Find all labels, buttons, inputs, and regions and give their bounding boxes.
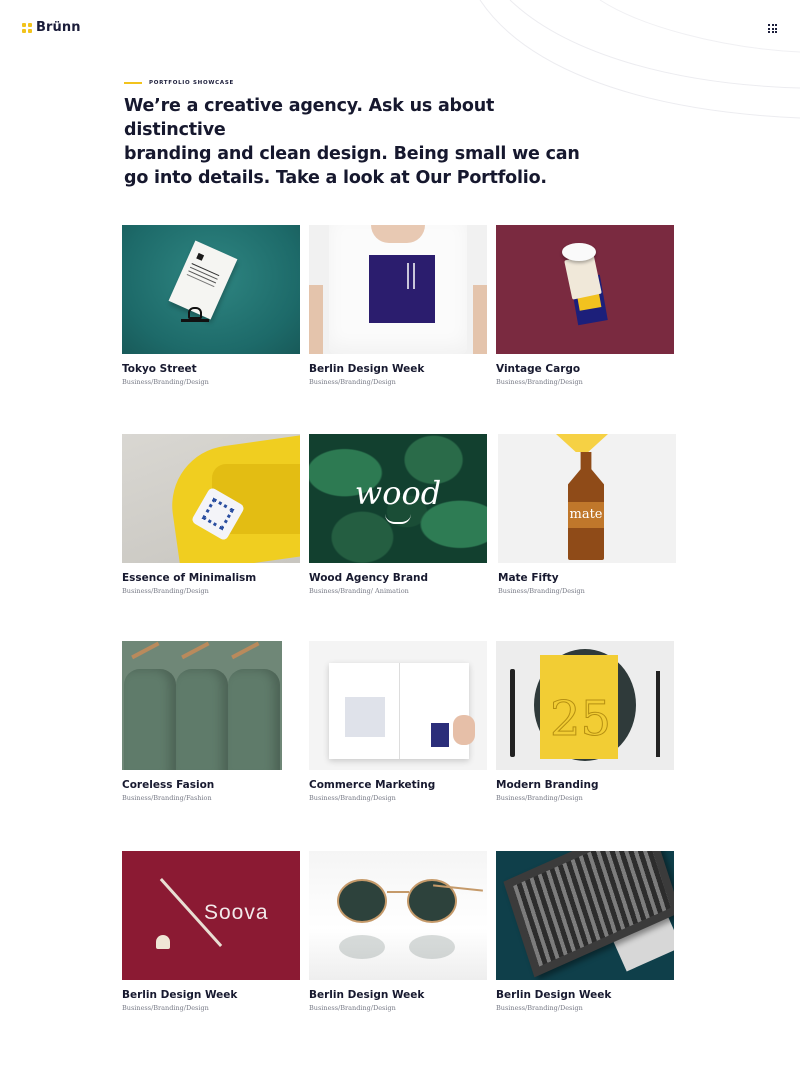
brand-logo[interactable]: Brünn	[22, 20, 81, 35]
portfolio-card[interactable]: Berlin Design Week Business/Branding/Des…	[496, 851, 674, 1012]
portfolio-category: Business/Branding/Design	[309, 1004, 396, 1012]
portfolio-title[interactable]: Vintage Cargo	[496, 363, 674, 375]
portfolio-card[interactable]: Commerce Marketing Business/Branding/Des…	[309, 641, 487, 802]
portfolio-thumbnail[interactable]	[496, 851, 674, 980]
portfolio-category: Business/Branding/Design	[122, 378, 209, 386]
portfolio-category: Business/Branding/Design	[496, 794, 583, 802]
portfolio-title[interactable]: Berlin Design Week	[309, 989, 487, 1001]
portfolio-card[interactable]: Vintage Cargo Business/Branding/Design	[496, 225, 674, 386]
portfolio-category: Business/Branding/ Animation	[309, 587, 409, 595]
eyebrow: PORTFOLIO SHOWCASE	[124, 80, 594, 86]
portfolio-thumbnail[interactable]	[122, 641, 282, 770]
portfolio-title[interactable]: Mate Fifty	[498, 572, 676, 584]
intro-section: PORTFOLIO SHOWCASE We’re a creative agen…	[124, 80, 594, 190]
page-headline: We’re a creative agency. Ask us about di…	[124, 94, 594, 190]
portfolio-thumbnail[interactable]	[496, 225, 674, 354]
portfolio-category: Business/Branding/Design	[122, 1004, 209, 1012]
portfolio-card[interactable]: Berlin Design Week Business/Branding/Des…	[309, 851, 487, 1012]
headline-line: We’re a creative agency. Ask us about di…	[124, 96, 495, 140]
portfolio-card[interactable]: 25 Modern Branding Business/Branding/Des…	[496, 641, 674, 802]
eyebrow-accent-line	[124, 82, 142, 84]
portfolio-title[interactable]: Essence of Minimalism	[122, 572, 300, 584]
portfolio-category: Business/Branding/Design	[122, 587, 209, 595]
portfolio-thumbnail[interactable]: mate	[498, 434, 676, 563]
eyebrow-label: PORTFOLIO SHOWCASE	[149, 80, 234, 86]
headline-line: go into details. Take a look at Our Port…	[124, 168, 547, 188]
portfolio-thumbnail[interactable]	[309, 641, 487, 770]
portfolio-category: Business/Branding/Design	[496, 1004, 583, 1012]
portfolio-card[interactable]: Berlin Design Week Business/Branding/Des…	[309, 225, 487, 386]
portfolio-card[interactable]: Essence of Minimalism Business/Branding/…	[122, 434, 300, 595]
portfolio-title[interactable]: Coreless Fasion	[122, 779, 300, 791]
headline-line: branding and clean design. Being small w…	[124, 144, 580, 164]
portfolio-thumbnail[interactable]: 25	[496, 641, 674, 770]
portfolio-thumbnail[interactable]	[309, 225, 487, 354]
portfolio-category: Business/Branding/Design	[309, 378, 396, 386]
portfolio-title[interactable]: Berlin Design Week	[309, 363, 487, 375]
portfolio-category: Business/Branding/Design	[496, 378, 583, 386]
portfolio-thumbnail[interactable]	[122, 434, 300, 563]
logo-text: Brünn	[36, 20, 81, 35]
logo-dots-icon	[22, 22, 32, 33]
wood-logo-text: wood	[354, 474, 442, 512]
top-bar: Brünn	[0, 0, 800, 56]
portfolio-thumbnail[interactable]	[309, 851, 487, 980]
book-numeral: 25	[549, 691, 612, 747]
portfolio-category: Business/Branding/Design	[309, 794, 396, 802]
portfolio-card[interactable]: Coreless Fasion Business/Branding/Fashio…	[122, 641, 300, 802]
portfolio-card[interactable]: Tokyo Street Business/Branding/Design	[122, 225, 300, 386]
grid-menu-icon[interactable]	[768, 24, 777, 33]
portfolio-title[interactable]: Berlin Design Week	[496, 989, 674, 1001]
portfolio-thumbnail[interactable]: wood	[309, 434, 487, 563]
portfolio-title[interactable]: Commerce Marketing	[309, 779, 487, 791]
mate-label-text: mate	[568, 502, 604, 528]
portfolio-title[interactable]: Wood Agency Brand	[309, 572, 487, 584]
portfolio-category: Business/Branding/Design	[498, 587, 585, 595]
portfolio-thumbnail[interactable]: Soova	[122, 851, 300, 980]
portfolio-title[interactable]: Tokyo Street	[122, 363, 300, 375]
portfolio-card[interactable]: Soova Berlin Design Week Business/Brandi…	[122, 851, 300, 1012]
soova-logo-text: Soova	[204, 901, 269, 924]
portfolio-title[interactable]: Berlin Design Week	[122, 989, 300, 1001]
portfolio-thumbnail[interactable]	[122, 225, 300, 354]
portfolio-card[interactable]: mate Mate Fifty Business/Branding/Design	[498, 434, 676, 595]
portfolio-title[interactable]: Modern Branding	[496, 779, 674, 791]
portfolio-card[interactable]: wood Wood Agency Brand Business/Branding…	[309, 434, 487, 595]
portfolio-category: Business/Branding/Fashion	[122, 794, 212, 802]
